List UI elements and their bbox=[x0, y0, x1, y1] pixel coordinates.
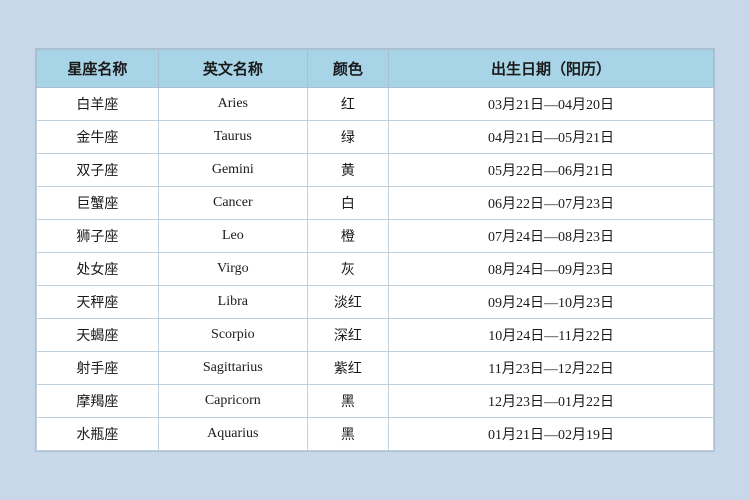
cell-date: 03月21日—04月20日 bbox=[389, 88, 714, 121]
cell-color: 黑 bbox=[307, 418, 388, 451]
cell-zh: 射手座 bbox=[37, 352, 159, 385]
cell-color: 深红 bbox=[307, 319, 388, 352]
table-row: 水瓶座Aquarius黑01月21日—02月19日 bbox=[37, 418, 714, 451]
cell-color: 紫红 bbox=[307, 352, 388, 385]
cell-en: Virgo bbox=[158, 253, 307, 286]
cell-zh: 摩羯座 bbox=[37, 385, 159, 418]
table-row: 白羊座Aries红03月21日—04月20日 bbox=[37, 88, 714, 121]
cell-color: 黄 bbox=[307, 154, 388, 187]
cell-en: Aquarius bbox=[158, 418, 307, 451]
cell-zh: 狮子座 bbox=[37, 220, 159, 253]
cell-date: 11月23日—12月22日 bbox=[389, 352, 714, 385]
cell-date: 12月23日—01月22日 bbox=[389, 385, 714, 418]
cell-color: 黑 bbox=[307, 385, 388, 418]
cell-en: Sagittarius bbox=[158, 352, 307, 385]
cell-color: 红 bbox=[307, 88, 388, 121]
table-row: 巨蟹座Cancer白06月22日—07月23日 bbox=[37, 187, 714, 220]
table-body: 白羊座Aries红03月21日—04月20日金牛座Taurus绿04月21日—0… bbox=[37, 88, 714, 451]
cell-zh: 金牛座 bbox=[37, 121, 159, 154]
cell-zh: 水瓶座 bbox=[37, 418, 159, 451]
cell-color: 绿 bbox=[307, 121, 388, 154]
zodiac-table-container: 星座名称 英文名称 颜色 出生日期（阳历） 白羊座Aries红03月21日—04… bbox=[35, 48, 715, 452]
cell-color: 淡红 bbox=[307, 286, 388, 319]
table-row: 金牛座Taurus绿04月21日—05月21日 bbox=[37, 121, 714, 154]
header-color: 颜色 bbox=[307, 50, 388, 88]
table-row: 摩羯座Capricorn黑12月23日—01月22日 bbox=[37, 385, 714, 418]
cell-color: 白 bbox=[307, 187, 388, 220]
cell-date: 01月21日—02月19日 bbox=[389, 418, 714, 451]
header-zh: 星座名称 bbox=[37, 50, 159, 88]
table-row: 双子座Gemini黄05月22日—06月21日 bbox=[37, 154, 714, 187]
cell-date: 07月24日—08月23日 bbox=[389, 220, 714, 253]
cell-date: 08月24日—09月23日 bbox=[389, 253, 714, 286]
table-row: 处女座Virgo灰08月24日—09月23日 bbox=[37, 253, 714, 286]
cell-en: Scorpio bbox=[158, 319, 307, 352]
cell-en: Taurus bbox=[158, 121, 307, 154]
cell-en: Aries bbox=[158, 88, 307, 121]
table-header-row: 星座名称 英文名称 颜色 出生日期（阳历） bbox=[37, 50, 714, 88]
cell-zh: 天秤座 bbox=[37, 286, 159, 319]
header-date: 出生日期（阳历） bbox=[389, 50, 714, 88]
table-row: 射手座Sagittarius紫红11月23日—12月22日 bbox=[37, 352, 714, 385]
cell-date: 06月22日—07月23日 bbox=[389, 187, 714, 220]
cell-zh: 巨蟹座 bbox=[37, 187, 159, 220]
cell-en: Cancer bbox=[158, 187, 307, 220]
cell-date: 05月22日—06月21日 bbox=[389, 154, 714, 187]
cell-date: 09月24日—10月23日 bbox=[389, 286, 714, 319]
cell-en: Libra bbox=[158, 286, 307, 319]
table-row: 天秤座Libra淡红09月24日—10月23日 bbox=[37, 286, 714, 319]
cell-en: Leo bbox=[158, 220, 307, 253]
header-en: 英文名称 bbox=[158, 50, 307, 88]
table-row: 狮子座Leo橙07月24日—08月23日 bbox=[37, 220, 714, 253]
cell-zh: 处女座 bbox=[37, 253, 159, 286]
table-row: 天蝎座Scorpio深红10月24日—11月22日 bbox=[37, 319, 714, 352]
cell-color: 橙 bbox=[307, 220, 388, 253]
cell-date: 04月21日—05月21日 bbox=[389, 121, 714, 154]
cell-en: Capricorn bbox=[158, 385, 307, 418]
zodiac-table: 星座名称 英文名称 颜色 出生日期（阳历） 白羊座Aries红03月21日—04… bbox=[36, 49, 714, 451]
cell-date: 10月24日—11月22日 bbox=[389, 319, 714, 352]
cell-color: 灰 bbox=[307, 253, 388, 286]
cell-zh: 双子座 bbox=[37, 154, 159, 187]
cell-zh: 天蝎座 bbox=[37, 319, 159, 352]
cell-zh: 白羊座 bbox=[37, 88, 159, 121]
cell-en: Gemini bbox=[158, 154, 307, 187]
